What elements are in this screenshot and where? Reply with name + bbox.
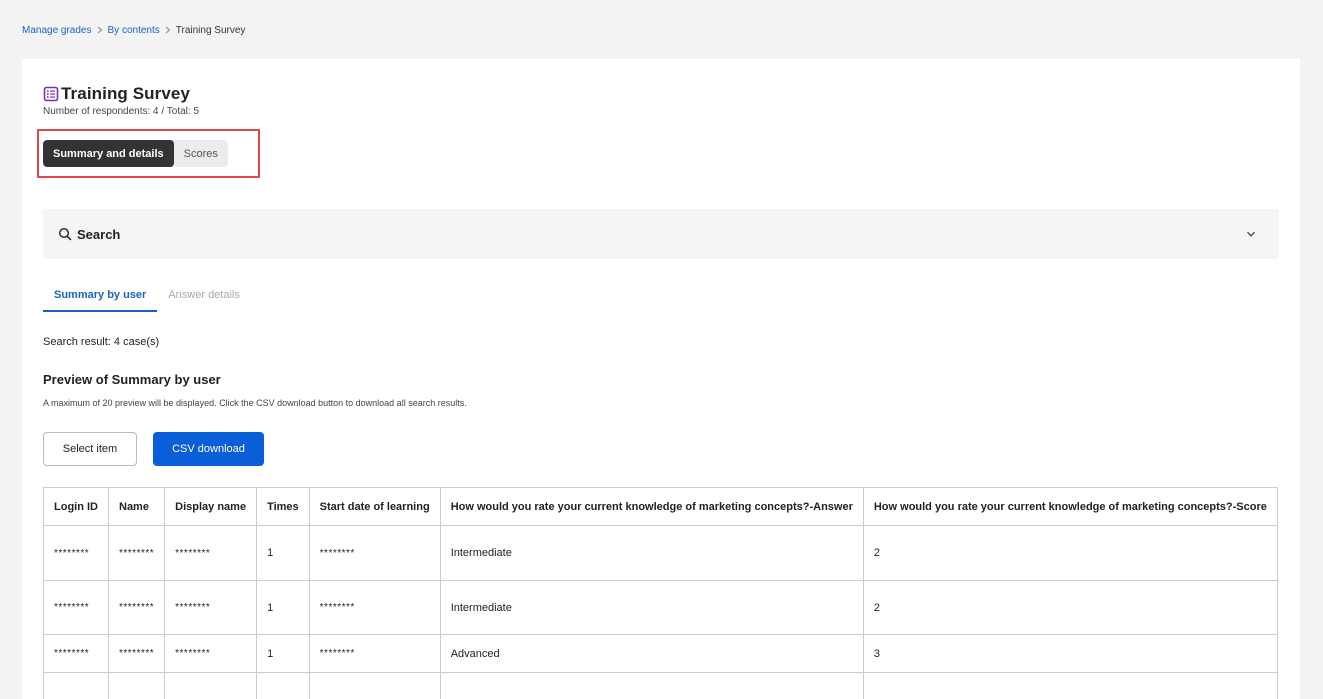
select-item-button[interactable]: Select item xyxy=(43,432,137,466)
table-header-row: Login ID Name Display name Times Start d… xyxy=(44,488,1278,526)
cell-login-id: ******** xyxy=(44,635,109,673)
table-row: ******** ******** ******** 1 ******** Ad… xyxy=(44,635,1278,673)
cell-name xyxy=(109,673,165,699)
cell-login-id xyxy=(44,673,109,699)
col-display-name: Display name xyxy=(165,488,257,526)
cell-answer: Advanced xyxy=(440,635,863,673)
cell-answer xyxy=(440,673,863,699)
cell-display-name: ******** xyxy=(165,635,257,673)
col-name: Name xyxy=(109,488,165,526)
cell-start-date xyxy=(309,673,440,699)
cell-login-id: ******** xyxy=(44,526,109,581)
cell-login-id: ******** xyxy=(44,581,109,635)
cell-start-date: ******** xyxy=(309,581,440,635)
title-row: Training Survey xyxy=(43,84,190,104)
cell-name: ******** xyxy=(109,635,165,673)
cell-score: 3 xyxy=(863,635,1277,673)
cell-start-date: ******** xyxy=(309,635,440,673)
search-panel[interactable]: Search xyxy=(43,209,1279,259)
summary-table-container[interactable]: Login ID Name Display name Times Start d… xyxy=(43,487,1279,699)
table-row: ******** ******** ******** 1 ******** In… xyxy=(44,581,1278,635)
cell-score xyxy=(863,673,1277,699)
tab-summary-by-user[interactable]: Summary by user xyxy=(43,285,157,312)
csv-download-button[interactable]: CSV download xyxy=(153,432,264,466)
cell-display-name: ******** xyxy=(165,526,257,581)
col-start-date: Start date of learning xyxy=(309,488,440,526)
table-row: ******** ******** ******** 1 ******** In… xyxy=(44,526,1278,581)
page-title: Training Survey xyxy=(61,84,190,104)
cell-score: 2 xyxy=(863,526,1277,581)
col-times: Times xyxy=(257,488,310,526)
preview-title: Preview of Summary by user xyxy=(43,372,221,387)
cell-times xyxy=(257,673,310,699)
result-tabs: Summary by user Answer details xyxy=(43,285,251,312)
respondents-count: Number of respondents: 4 / Total: 5 xyxy=(43,106,199,117)
cell-times: 1 xyxy=(257,635,310,673)
cell-times: 1 xyxy=(257,526,310,581)
cell-score: 2 xyxy=(863,581,1277,635)
search-label: Search xyxy=(77,227,120,242)
breadcrumb-by-contents[interactable]: By contents xyxy=(108,25,160,37)
cell-start-date: ******** xyxy=(309,526,440,581)
breadcrumb-manage-grades[interactable]: Manage grades xyxy=(22,25,92,37)
chevron-right-icon xyxy=(92,25,108,37)
toggle-summary-and-details[interactable]: Summary and details xyxy=(43,140,174,167)
chevron-down-icon[interactable] xyxy=(1245,227,1257,239)
cell-answer: Intermediate xyxy=(440,526,863,581)
breadcrumb-current: Training Survey xyxy=(176,25,246,37)
cell-display-name: ******** xyxy=(165,581,257,635)
cell-name: ******** xyxy=(109,526,165,581)
col-login-id: Login ID xyxy=(44,488,109,526)
search-result-count: Search result: 4 case(s) xyxy=(43,336,159,348)
cell-answer: Intermediate xyxy=(440,581,863,635)
search-icon xyxy=(58,227,72,241)
cell-name: ******** xyxy=(109,581,165,635)
table-row xyxy=(44,673,1278,699)
col-q1-score: How would you rate your current knowledg… xyxy=(863,488,1277,526)
cell-times: 1 xyxy=(257,581,310,635)
cell-display-name xyxy=(165,673,257,699)
view-toggle: Summary and details Scores xyxy=(43,140,228,167)
preview-note: A maximum of 20 preview will be displaye… xyxy=(43,398,467,408)
chevron-right-icon xyxy=(160,25,176,37)
breadcrumb: Manage grades By contents Training Surve… xyxy=(22,25,245,37)
content-card: Training Survey Number of respondents: 4… xyxy=(22,59,1300,699)
tab-answer-details[interactable]: Answer details xyxy=(157,285,251,312)
survey-list-icon xyxy=(43,86,59,102)
summary-table: Login ID Name Display name Times Start d… xyxy=(43,487,1278,699)
col-q1-answer: How would you rate your current knowledg… xyxy=(440,488,863,526)
toggle-scores[interactable]: Scores xyxy=(174,140,228,167)
